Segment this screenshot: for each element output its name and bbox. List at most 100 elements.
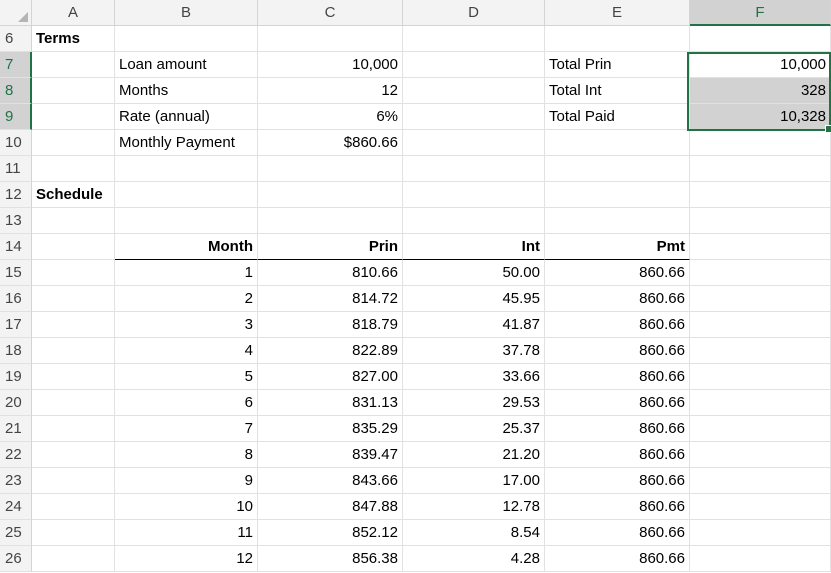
- row-header[interactable]: 7: [0, 52, 32, 78]
- month-cell[interactable]: 4: [115, 338, 258, 364]
- rate-value[interactable]: 6%: [258, 104, 403, 130]
- prin-cell[interactable]: 814.72: [258, 286, 403, 312]
- cell[interactable]: [690, 442, 831, 468]
- int-cell[interactable]: 21.20: [403, 442, 545, 468]
- cell[interactable]: [115, 182, 258, 208]
- month-cell[interactable]: 8: [115, 442, 258, 468]
- total-paid-label[interactable]: Total Paid: [545, 104, 690, 130]
- pmt-cell[interactable]: 860.66: [545, 364, 690, 390]
- cell[interactable]: [690, 546, 831, 572]
- prin-cell[interactable]: 831.13: [258, 390, 403, 416]
- schedule-header-prin[interactable]: Prin: [258, 234, 403, 260]
- cell[interactable]: [403, 182, 545, 208]
- cell[interactable]: [403, 52, 545, 78]
- cell[interactable]: [32, 312, 115, 338]
- int-cell[interactable]: 29.53: [403, 390, 545, 416]
- cell[interactable]: [403, 130, 545, 156]
- cell[interactable]: [32, 546, 115, 572]
- row-header[interactable]: 16: [0, 286, 32, 312]
- monthly-payment-label[interactable]: Monthly Payment: [115, 130, 258, 156]
- cell[interactable]: [690, 260, 831, 286]
- prin-cell[interactable]: 839.47: [258, 442, 403, 468]
- row-header[interactable]: 8: [0, 78, 32, 104]
- schedule-header-pmt[interactable]: Pmt: [545, 234, 690, 260]
- cell[interactable]: [32, 104, 115, 130]
- pmt-cell[interactable]: 860.66: [545, 494, 690, 520]
- cell[interactable]: [403, 104, 545, 130]
- pmt-cell[interactable]: 860.66: [545, 338, 690, 364]
- months-label[interactable]: Months: [115, 78, 258, 104]
- row-header[interactable]: 9: [0, 104, 32, 130]
- cell[interactable]: [403, 78, 545, 104]
- prin-cell[interactable]: 852.12: [258, 520, 403, 546]
- cell[interactable]: [403, 208, 545, 234]
- month-cell[interactable]: 7: [115, 416, 258, 442]
- cell[interactable]: [258, 182, 403, 208]
- int-cell[interactable]: 41.87: [403, 312, 545, 338]
- month-cell[interactable]: 11: [115, 520, 258, 546]
- cell[interactable]: [403, 156, 545, 182]
- int-cell[interactable]: 4.28: [403, 546, 545, 572]
- cell[interactable]: [545, 182, 690, 208]
- pmt-cell[interactable]: 860.66: [545, 442, 690, 468]
- column-header-c[interactable]: C: [258, 0, 403, 26]
- row-header[interactable]: 17: [0, 312, 32, 338]
- column-header-f[interactable]: F: [690, 0, 831, 26]
- cell[interactable]: [690, 390, 831, 416]
- cell[interactable]: [32, 156, 115, 182]
- row-header[interactable]: 10: [0, 130, 32, 156]
- month-cell[interactable]: 10: [115, 494, 258, 520]
- column-header-a[interactable]: A: [32, 0, 115, 26]
- row-header[interactable]: 14: [0, 234, 32, 260]
- cell[interactable]: [690, 338, 831, 364]
- schedule-header-int[interactable]: Int: [403, 234, 545, 260]
- row-header[interactable]: 24: [0, 494, 32, 520]
- cell[interactable]: [690, 130, 831, 156]
- cell[interactable]: [32, 286, 115, 312]
- pmt-cell[interactable]: 860.66: [545, 546, 690, 572]
- int-cell[interactable]: 12.78: [403, 494, 545, 520]
- row-header[interactable]: 15: [0, 260, 32, 286]
- row-header[interactable]: 25: [0, 520, 32, 546]
- month-cell[interactable]: 12: [115, 546, 258, 572]
- prin-cell[interactable]: 856.38: [258, 546, 403, 572]
- cell[interactable]: [545, 208, 690, 234]
- cell[interactable]: [32, 520, 115, 546]
- cell[interactable]: [690, 156, 831, 182]
- rate-label[interactable]: Rate (annual): [115, 104, 258, 130]
- month-cell[interactable]: 9: [115, 468, 258, 494]
- cell[interactable]: [32, 468, 115, 494]
- total-paid-value[interactable]: 10,328: [690, 104, 831, 130]
- pmt-cell[interactable]: 860.66: [545, 390, 690, 416]
- row-header[interactable]: 22: [0, 442, 32, 468]
- cell[interactable]: [32, 52, 115, 78]
- cell[interactable]: [32, 364, 115, 390]
- prin-cell[interactable]: 827.00: [258, 364, 403, 390]
- cell[interactable]: [258, 26, 403, 52]
- cell[interactable]: [690, 494, 831, 520]
- int-cell[interactable]: 25.37: [403, 416, 545, 442]
- month-cell[interactable]: 2: [115, 286, 258, 312]
- cell[interactable]: [32, 390, 115, 416]
- month-cell[interactable]: 5: [115, 364, 258, 390]
- row-header[interactable]: 11: [0, 156, 32, 182]
- row-header[interactable]: 6: [0, 26, 32, 52]
- row-header[interactable]: 18: [0, 338, 32, 364]
- loan-amount-value[interactable]: 10,000: [258, 52, 403, 78]
- cell[interactable]: [403, 26, 545, 52]
- total-int-value[interactable]: 328: [690, 78, 831, 104]
- prin-cell[interactable]: 847.88: [258, 494, 403, 520]
- row-header[interactable]: 26: [0, 546, 32, 572]
- total-prin-label[interactable]: Total Prin: [545, 52, 690, 78]
- row-header[interactable]: 13: [0, 208, 32, 234]
- column-header-e[interactable]: E: [545, 0, 690, 26]
- column-header-d[interactable]: D: [403, 0, 545, 26]
- prin-cell[interactable]: 835.29: [258, 416, 403, 442]
- cell[interactable]: [690, 208, 831, 234]
- int-cell[interactable]: 45.95: [403, 286, 545, 312]
- cell[interactable]: [545, 130, 690, 156]
- prin-cell[interactable]: 843.66: [258, 468, 403, 494]
- loan-amount-label[interactable]: Loan amount: [115, 52, 258, 78]
- terms-title[interactable]: Terms: [32, 26, 115, 52]
- cell[interactable]: [32, 78, 115, 104]
